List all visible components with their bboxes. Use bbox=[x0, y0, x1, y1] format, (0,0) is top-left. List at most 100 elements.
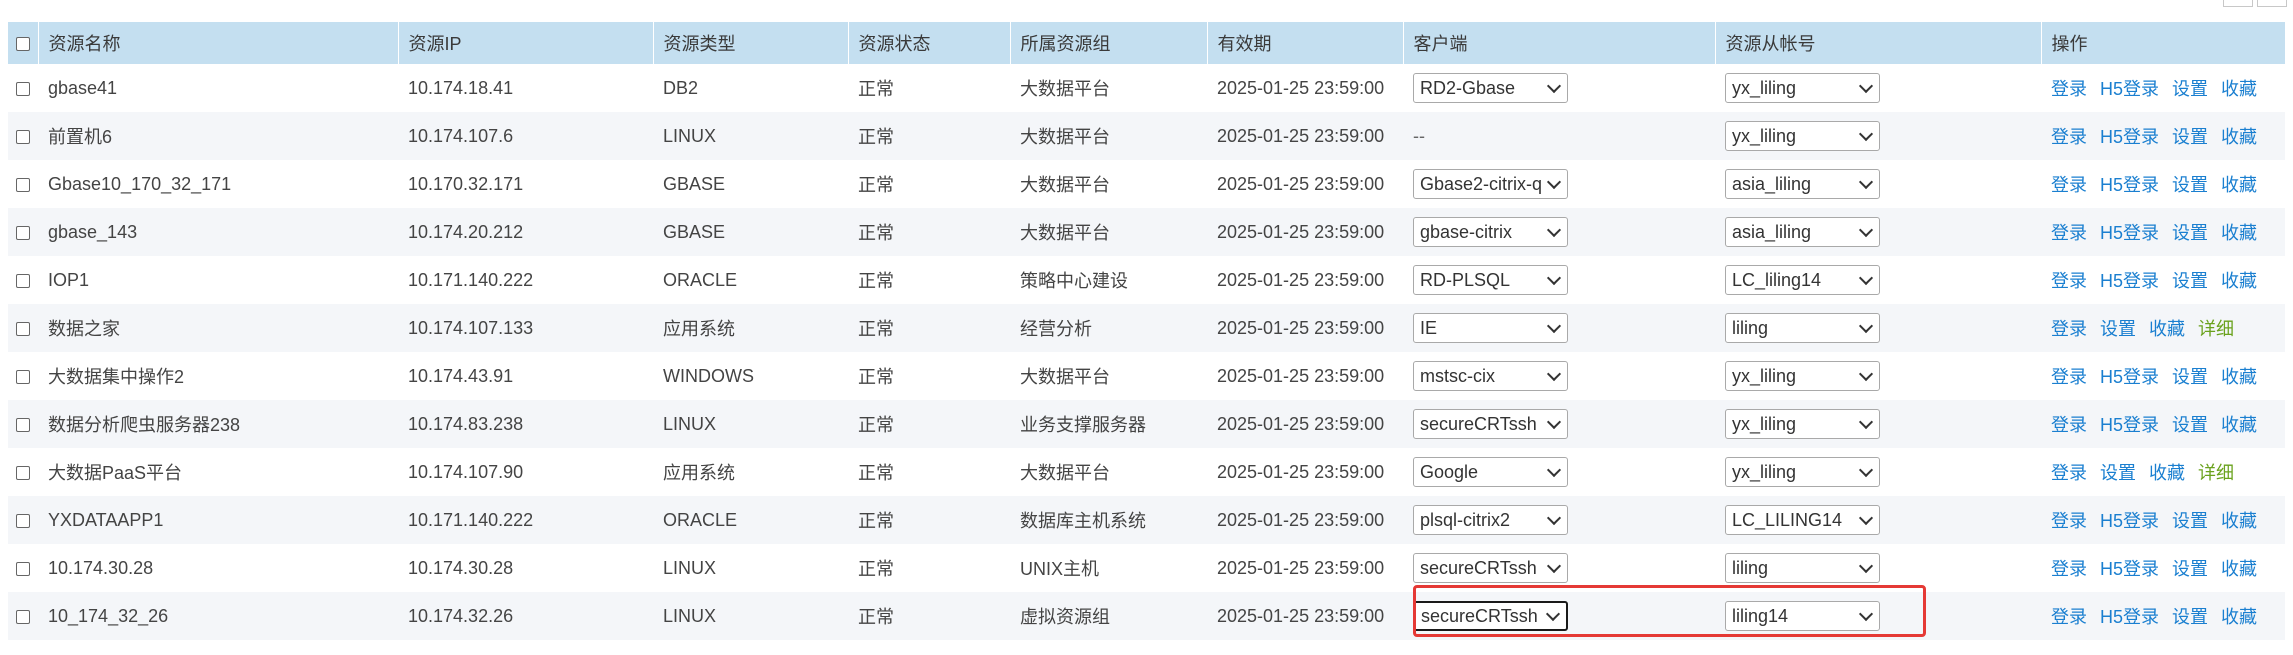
account-select[interactable]: yx_liling bbox=[1725, 361, 1880, 391]
h5-login-link[interactable]: H5登录 bbox=[2100, 415, 2159, 435]
row-checkbox[interactable] bbox=[16, 561, 30, 576]
settings-link[interactable]: 设置 bbox=[2172, 559, 2208, 579]
client-select[interactable]: secureCRTssh bbox=[1413, 409, 1568, 439]
account-cell: yx_liling bbox=[1715, 352, 2041, 400]
resource-name: 数据分析爬虫服务器238 bbox=[48, 415, 241, 435]
login-link[interactable]: 登录 bbox=[2051, 559, 2087, 579]
h5-login-link[interactable]: H5登录 bbox=[2100, 559, 2159, 579]
settings-link[interactable]: 设置 bbox=[2172, 271, 2208, 291]
favorite-link[interactable]: 收藏 bbox=[2221, 607, 2257, 627]
account-select[interactable]: LC_LILING14 bbox=[1725, 505, 1880, 535]
client-select[interactable]: IE bbox=[1413, 313, 1568, 343]
client-select[interactable]: Google bbox=[1413, 457, 1568, 487]
login-link[interactable]: 登录 bbox=[2051, 271, 2087, 291]
settings-link[interactable]: 设置 bbox=[2172, 127, 2208, 147]
client-select[interactable]: gbase-citrix bbox=[1413, 217, 1568, 247]
favorite-link[interactable]: 收藏 bbox=[2221, 127, 2257, 147]
row-checkbox[interactable] bbox=[16, 177, 30, 192]
account-select[interactable]: liling bbox=[1725, 553, 1880, 583]
h5-login-link[interactable]: H5登录 bbox=[2100, 127, 2159, 147]
resource-group: 经营分析 bbox=[1020, 319, 1092, 339]
favorite-link[interactable]: 收藏 bbox=[2221, 367, 2257, 387]
login-link[interactable]: 登录 bbox=[2051, 127, 2087, 147]
favorite-link[interactable]: 收藏 bbox=[2221, 79, 2257, 99]
row-checkbox[interactable] bbox=[16, 417, 30, 432]
settings-link[interactable]: 设置 bbox=[2100, 463, 2136, 483]
settings-link[interactable]: 设置 bbox=[2172, 415, 2208, 435]
h5-login-link[interactable]: H5登录 bbox=[2100, 511, 2159, 531]
header-resource-type: 资源类型 bbox=[653, 22, 849, 64]
h5-login-link[interactable]: H5登录 bbox=[2100, 271, 2159, 291]
account-select[interactable]: LC_liling14 bbox=[1725, 265, 1880, 295]
h5-login-link[interactable]: H5登录 bbox=[2100, 223, 2159, 243]
account-select[interactable]: yx_liling bbox=[1725, 73, 1880, 103]
settings-link[interactable]: 设置 bbox=[2172, 223, 2208, 243]
prev-page-button[interactable] bbox=[2223, 0, 2253, 7]
expiry-date: 2025-01-25 23:59:00 bbox=[1217, 125, 1385, 146]
h5-login-link[interactable]: H5登录 bbox=[2100, 79, 2159, 99]
favorite-link[interactable]: 收藏 bbox=[2149, 319, 2185, 339]
login-link[interactable]: 登录 bbox=[2051, 319, 2087, 339]
resource-ip: 10.174.32.26 bbox=[408, 605, 514, 626]
client-select[interactable]: RD-PLSQL bbox=[1413, 265, 1568, 295]
client-select[interactable]: secureCRTssh bbox=[1413, 601, 1568, 631]
favorite-link[interactable]: 收藏 bbox=[2221, 223, 2257, 243]
login-link[interactable]: 登录 bbox=[2051, 175, 2087, 195]
client-cell: secureCRTssh bbox=[1403, 544, 1715, 592]
row-checkbox[interactable] bbox=[16, 369, 30, 384]
account-select[interactable]: liling bbox=[1725, 313, 1880, 343]
account-select[interactable]: yx_liling bbox=[1725, 457, 1880, 487]
login-link[interactable]: 登录 bbox=[2051, 607, 2087, 627]
resource-ip: 10.174.107.133 bbox=[408, 317, 534, 338]
row-checkbox[interactable] bbox=[16, 129, 30, 144]
row-checkbox[interactable] bbox=[16, 609, 30, 624]
h5-login-link[interactable]: H5登录 bbox=[2100, 607, 2159, 627]
login-link[interactable]: 登录 bbox=[2051, 415, 2087, 435]
resource-ip: 10.171.140.222 bbox=[408, 509, 534, 530]
account-cell: LC_LILING14 bbox=[1715, 496, 2041, 544]
detail-link[interactable]: 详细 bbox=[2198, 463, 2234, 483]
settings-link[interactable]: 设置 bbox=[2172, 79, 2208, 99]
detail-link[interactable]: 详细 bbox=[2198, 319, 2234, 339]
login-link[interactable]: 登录 bbox=[2051, 463, 2087, 483]
client-select[interactable]: plsql-citrix2 bbox=[1413, 505, 1568, 535]
row-checkbox[interactable] bbox=[16, 81, 30, 96]
client-select[interactable]: mstsc-cix bbox=[1413, 361, 1568, 391]
favorite-link[interactable]: 收藏 bbox=[2221, 559, 2257, 579]
client-select[interactable]: Gbase2-citrix-q bbox=[1413, 169, 1568, 199]
row-checkbox[interactable] bbox=[16, 273, 30, 288]
resource-group: 策略中心建设 bbox=[1020, 271, 1128, 291]
favorite-link[interactable]: 收藏 bbox=[2149, 463, 2185, 483]
settings-link[interactable]: 设置 bbox=[2172, 607, 2208, 627]
account-select[interactable]: asia_liling bbox=[1725, 217, 1880, 247]
settings-link[interactable]: 设置 bbox=[2172, 511, 2208, 531]
favorite-link[interactable]: 收藏 bbox=[2221, 415, 2257, 435]
client-select[interactable]: secureCRTssh bbox=[1413, 553, 1568, 583]
login-link[interactable]: 登录 bbox=[2051, 79, 2087, 99]
next-page-button[interactable] bbox=[2257, 0, 2287, 7]
account-select[interactable]: liling14 bbox=[1725, 601, 1880, 631]
row-checkbox[interactable] bbox=[16, 321, 30, 336]
header-resource-name: 资源名称 bbox=[38, 22, 399, 64]
favorite-link[interactable]: 收藏 bbox=[2221, 511, 2257, 531]
favorite-link[interactable]: 收藏 bbox=[2221, 271, 2257, 291]
settings-link[interactable]: 设置 bbox=[2100, 319, 2136, 339]
row-checkbox[interactable] bbox=[16, 513, 30, 528]
client-select[interactable]: RD2-Gbase bbox=[1413, 73, 1568, 103]
row-checkbox[interactable] bbox=[16, 465, 30, 480]
settings-link[interactable]: 设置 bbox=[2172, 367, 2208, 387]
favorite-link[interactable]: 收藏 bbox=[2221, 175, 2257, 195]
login-link[interactable]: 登录 bbox=[2051, 367, 2087, 387]
row-checkbox-cell bbox=[8, 160, 38, 208]
account-select[interactable]: asia_liling bbox=[1725, 169, 1880, 199]
chevron-down-icon bbox=[1858, 606, 1874, 621]
row-checkbox[interactable] bbox=[16, 225, 30, 240]
login-link[interactable]: 登录 bbox=[2051, 223, 2087, 243]
login-link[interactable]: 登录 bbox=[2051, 511, 2087, 531]
account-select[interactable]: yx_liling bbox=[1725, 121, 1880, 151]
settings-link[interactable]: 设置 bbox=[2172, 175, 2208, 195]
h5-login-link[interactable]: H5登录 bbox=[2100, 175, 2159, 195]
account-select[interactable]: yx_liling bbox=[1725, 409, 1880, 439]
h5-login-link[interactable]: H5登录 bbox=[2100, 367, 2159, 387]
select-all-checkbox[interactable] bbox=[15, 36, 30, 51]
